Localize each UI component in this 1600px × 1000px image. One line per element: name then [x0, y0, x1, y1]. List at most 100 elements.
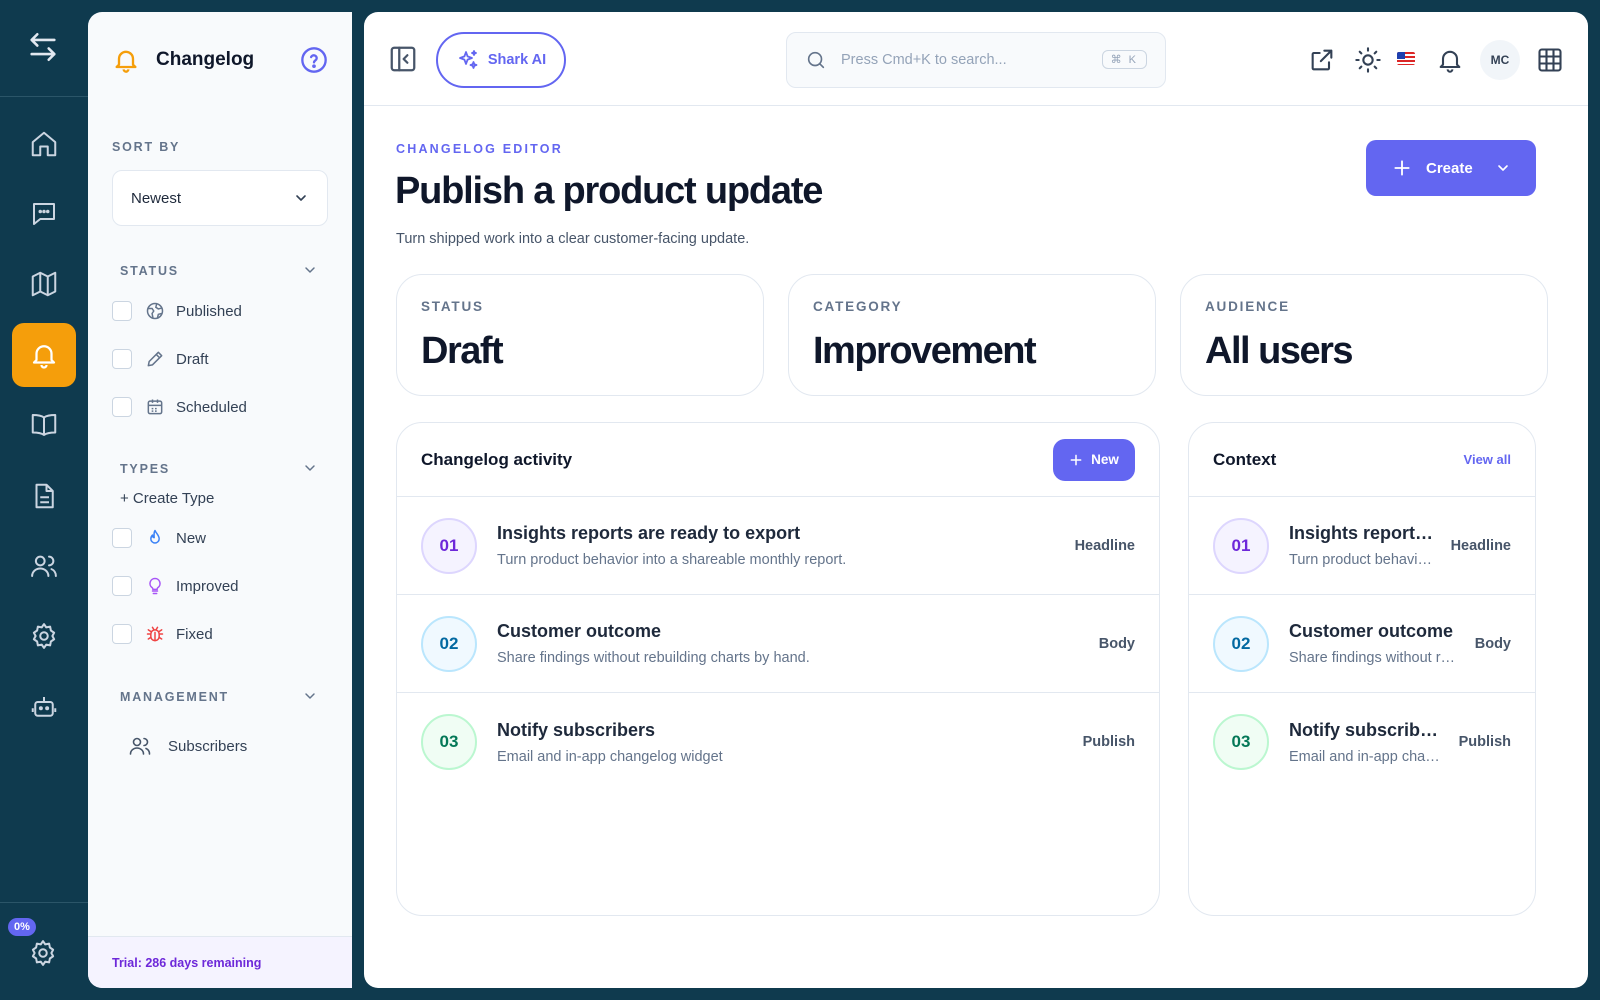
row-title: Notify subscribers — [1289, 719, 1447, 740]
rail-divider-bottom — [0, 902, 88, 903]
shark-ai-button[interactable]: Shark AI — [436, 32, 566, 88]
rail-item-roadmap[interactable] — [12, 252, 76, 316]
management-section-label: MANAGEMENT — [120, 690, 229, 704]
sort-select[interactable]: Newest — [112, 170, 328, 226]
bug-icon — [144, 623, 166, 645]
create-type-link[interactable]: + Create Type — [120, 490, 214, 507]
activity-row[interactable]: 02 Customer outcome Share findings witho… — [397, 595, 1159, 693]
create-button[interactable]: Create — [1366, 140, 1536, 196]
map-icon — [31, 271, 57, 297]
context-row[interactable]: 02 Customer outcome Share findings witho… — [1189, 595, 1535, 693]
filter-draft[interactable]: Draft — [112, 348, 209, 370]
rail-item-documents[interactable] — [12, 464, 76, 528]
users-icon — [129, 737, 151, 755]
stat-value: Draft — [421, 330, 504, 372]
management-collapse-chevron-icon[interactable] — [302, 688, 318, 704]
filter-type-new[interactable]: New — [112, 527, 206, 549]
stat-value: Improvement — [813, 330, 1037, 372]
row-description: Turn product behavior into a shareable m… — [1289, 552, 1439, 568]
filter-label: Published — [176, 302, 242, 320]
activity-row[interactable]: 03 Notify subscribers Email and in-app c… — [397, 693, 1159, 791]
home-icon — [31, 131, 57, 157]
checkbox[interactable] — [112, 528, 132, 548]
rail-item-settings[interactable] — [12, 604, 76, 668]
new-entry-button[interactable]: New — [1053, 438, 1135, 481]
row-title: Customer outcome — [497, 621, 662, 641]
panel-title: Changelog activity — [421, 449, 573, 469]
rail-item-changelog[interactable] — [12, 323, 76, 387]
sidebar-title: Changelog — [156, 49, 255, 70]
row-description: Email and in-app changelog widget — [1289, 748, 1447, 765]
types-collapse-chevron-icon[interactable] — [302, 460, 318, 476]
stat-card-status[interactable]: STATUS Draft — [396, 274, 764, 396]
search-icon — [807, 51, 825, 69]
chevron-down-icon — [296, 195, 306, 201]
view-all-link[interactable]: View all — [1464, 452, 1511, 467]
row-number: 02 — [421, 615, 477, 672]
types-section-label: TYPES — [120, 462, 170, 476]
apps-grid-icon[interactable] — [1536, 46, 1564, 74]
document-icon — [35, 483, 54, 509]
panel-header: Changelog activity New — [397, 423, 1159, 497]
top-bar: Shark AI Press Cmd+K to search... ⌘ K MC — [364, 12, 1588, 106]
help-icon[interactable] — [300, 46, 328, 74]
stat-card-category[interactable]: CATEGORY Improvement — [788, 274, 1156, 396]
status-collapse-chevron-icon[interactable] — [302, 262, 318, 278]
checkbox[interactable] — [112, 624, 132, 644]
checkbox[interactable] — [112, 349, 132, 369]
new-label: New — [1091, 452, 1119, 467]
main-content: Shark AI Press Cmd+K to search... ⌘ K MC… — [364, 12, 1588, 988]
row-title: Insights reports are ready to export — [497, 523, 801, 543]
us-flag-icon[interactable] — [1397, 52, 1415, 65]
rail-item-home[interactable] — [12, 112, 76, 176]
search-input[interactable]: Press Cmd+K to search... ⌘ K — [786, 32, 1166, 88]
trial-banner[interactable]: Trial: 286 days remaining — [88, 936, 352, 988]
plus-icon — [1394, 160, 1410, 176]
rail-item-messages[interactable] — [12, 182, 76, 246]
subscribers-link[interactable]: Subscribers — [128, 734, 247, 758]
user-avatar[interactable]: MC — [1480, 40, 1520, 80]
stat-label: STATUS — [421, 299, 484, 314]
swap-arrows-icon[interactable] — [26, 30, 62, 66]
filter-scheduled[interactable]: Scheduled — [112, 396, 247, 418]
row-text: Customer outcome Share findings without … — [1289, 621, 1463, 666]
row-description: Email and in-app changelog widget — [497, 748, 723, 765]
lightbulb-icon — [144, 575, 166, 597]
sparkles-icon — [458, 50, 478, 69]
robot-icon — [31, 697, 57, 717]
globe-icon — [144, 300, 166, 322]
shark-ai-label: Shark AI — [487, 52, 547, 68]
notifications-bell-icon[interactable] — [1436, 46, 1464, 74]
filter-type-fixed[interactable]: Fixed — [112, 623, 213, 645]
stat-label: AUDIENCE — [1205, 299, 1290, 314]
filter-type-improved[interactable]: Improved — [112, 575, 239, 597]
gear-icon — [32, 623, 56, 649]
row-text: Insights reports are ready to export Tur… — [1289, 523, 1439, 568]
filter-label: Fixed — [176, 625, 213, 643]
flame-icon — [144, 527, 166, 549]
settings-gear-icon[interactable] — [28, 938, 58, 968]
stat-card-audience[interactable]: AUDIENCE All users — [1180, 274, 1548, 396]
checkbox[interactable] — [112, 301, 132, 321]
sun-icon[interactable] — [1354, 46, 1382, 74]
row-tag: Headline — [1074, 537, 1135, 554]
rail-item-knowledge[interactable] — [12, 393, 76, 457]
checkbox[interactable] — [112, 576, 132, 596]
changelog-activity-panel: Changelog activity New 01 Insights repor… — [396, 422, 1160, 916]
context-row[interactable]: 03 Notify subscribers Email and in-app c… — [1189, 693, 1535, 791]
users-icon — [31, 555, 57, 577]
context-row[interactable]: 01 Insights reports are ready to export … — [1189, 497, 1535, 595]
icon-rail: 0% — [0, 0, 88, 1000]
row-tag: Publish — [1082, 734, 1135, 750]
activity-row[interactable]: 01 Insights reports are ready to export … — [397, 497, 1159, 595]
row-tag: Body — [1474, 635, 1511, 652]
collapse-sidebar-icon[interactable] — [388, 44, 418, 74]
rail-item-bot[interactable] — [12, 675, 76, 739]
rail-item-users[interactable] — [12, 534, 76, 598]
row-number: 01 — [421, 517, 477, 574]
row-title: Insights reports are ready to export — [1289, 523, 1439, 543]
checkbox[interactable] — [112, 397, 132, 417]
row-tag: Publish — [1458, 734, 1511, 750]
filter-published[interactable]: Published — [112, 300, 242, 322]
external-link-icon[interactable] — [1308, 46, 1336, 74]
